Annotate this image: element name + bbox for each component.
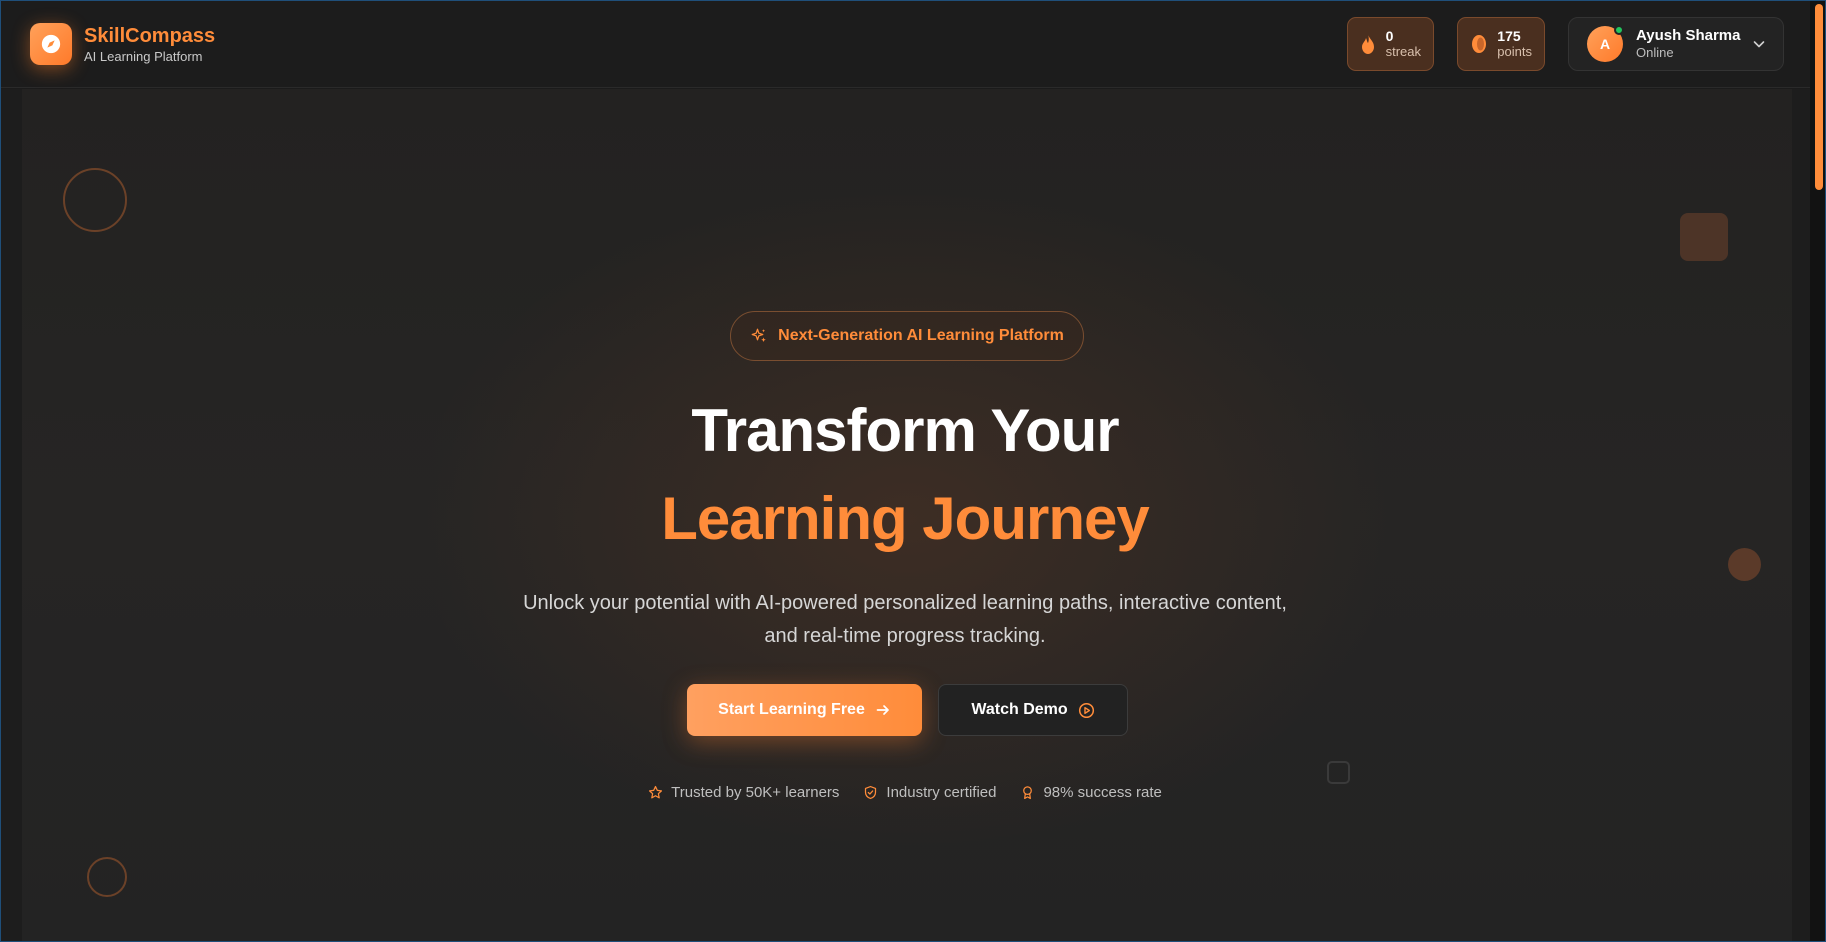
user-menu[interactable]: A Ayush Sharma Online xyxy=(1568,17,1784,71)
trust-certified-text: Industry certified xyxy=(886,784,997,801)
user-status: Online xyxy=(1636,45,1674,60)
user-name: Ayush Sharma xyxy=(1636,27,1741,44)
decorative-ring-small xyxy=(87,857,127,897)
hero-subtitle: Unlock your potential with AI-powered pe… xyxy=(505,587,1305,653)
star-icon xyxy=(649,785,663,799)
top-navbar: SkillCompass AI Learning Platform 0 stre… xyxy=(0,0,1810,88)
arrow-right-icon xyxy=(876,705,889,715)
online-indicator xyxy=(1614,25,1624,35)
avatar: A xyxy=(1587,25,1624,62)
flame-icon xyxy=(1362,34,1375,54)
logo-box xyxy=(30,23,72,65)
hero-subtitle-line2: and real-time progress tracking. xyxy=(764,625,1046,647)
hero-title-line2: Learning Journey xyxy=(661,485,1149,552)
brand[interactable]: SkillCompass AI Learning Platform xyxy=(30,23,215,65)
play-circle-icon xyxy=(1078,702,1094,718)
trust-item-certified: Industry certified xyxy=(863,784,996,801)
hero-subtitle-line1: Unlock your potential with AI-powered pe… xyxy=(523,592,1287,614)
decorative-ring xyxy=(63,168,127,232)
hero-badge: Next-Generation AI Learning Platform xyxy=(730,311,1084,361)
hero-badge-text: Next-Generation AI Learning Platform xyxy=(778,327,1064,344)
compass-icon xyxy=(41,34,61,54)
trust-learners-text: Trusted by 50K+ learners xyxy=(671,784,840,801)
watch-demo-button[interactable]: Watch Demo xyxy=(938,684,1128,736)
decorative-square-outline xyxy=(1327,761,1350,784)
trust-indicators: Trusted by 50K+ learners Industry certif… xyxy=(0,784,1810,801)
award-icon xyxy=(1023,786,1033,800)
decorative-square xyxy=(1680,213,1728,261)
brand-tagline: AI Learning Platform xyxy=(84,48,203,64)
points-badge[interactable]: 175 points xyxy=(1457,17,1545,71)
chevron-down-icon xyxy=(1753,41,1765,48)
sparkles-icon xyxy=(751,328,766,342)
streak-badge[interactable]: 0 streak xyxy=(1347,17,1434,71)
scrollbar-thumb[interactable] xyxy=(1815,4,1823,190)
coin-icon xyxy=(1472,35,1487,53)
hero-title-line1: Transform Your xyxy=(691,397,1119,464)
trust-success-text: 98% success rate xyxy=(1043,784,1162,801)
avatar-initial: A xyxy=(1599,36,1611,52)
streak-label: streak xyxy=(1385,44,1421,59)
brand-name: SkillCompass xyxy=(84,24,216,47)
shield-icon xyxy=(865,785,877,800)
start-learning-label: Start Learning Free xyxy=(718,701,865,718)
points-value: 175 xyxy=(1497,28,1521,44)
watch-demo-label: Watch Demo xyxy=(971,701,1068,718)
start-learning-button[interactable]: Start Learning Free xyxy=(687,684,922,736)
trust-item-success: 98% success rate xyxy=(1020,784,1162,801)
streak-value: 0 xyxy=(1385,28,1394,44)
points-label: points xyxy=(1497,44,1532,59)
trust-item-learners: Trusted by 50K+ learners xyxy=(648,784,839,801)
